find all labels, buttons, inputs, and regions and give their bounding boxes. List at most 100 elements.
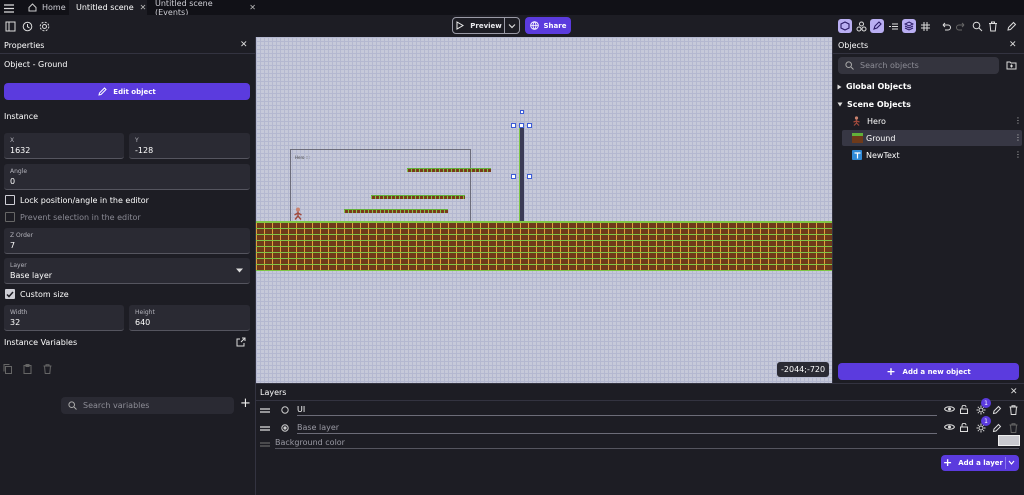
panels-icon[interactable] [3, 19, 17, 33]
resize-handle-tr[interactable] [527, 123, 532, 128]
rotate-handle[interactable] [520, 110, 524, 114]
layer-select[interactable]: Layer Base layer [4, 258, 250, 284]
grid-icon[interactable] [918, 19, 932, 33]
trash-icon[interactable] [43, 364, 52, 374]
object-icon[interactable] [838, 19, 852, 33]
angle-field[interactable]: Angle 0 [4, 164, 250, 190]
object-name-line: Object - Ground [4, 60, 68, 69]
zoom-icon[interactable] [970, 19, 984, 33]
close-icon[interactable]: ✕ [249, 3, 256, 12]
open-external-icon[interactable] [236, 337, 246, 347]
background-color-swatch[interactable] [998, 435, 1020, 446]
object-groups-icon[interactable] [854, 19, 868, 33]
radio-unselected-icon[interactable] [281, 406, 289, 414]
scene-canvas[interactable]: Hero ::: -2044;-720 [256, 37, 832, 383]
cursor-coordinates: -2044;-720 [777, 362, 830, 377]
visibility-eye-icon[interactable] [944, 405, 955, 413]
resize-handle-ml[interactable] [511, 174, 516, 179]
trash-icon[interactable] [1009, 405, 1018, 415]
effects-count-badge: 1 [981, 416, 991, 426]
radio-selected-icon[interactable] [281, 424, 289, 432]
height-field[interactable]: Height 640 [129, 305, 250, 331]
layer-row-base[interactable]: Base layer 1 [256, 416, 1024, 437]
object-item-hero[interactable]: Hero ⋮ [842, 113, 1022, 129]
undo-icon[interactable] [938, 19, 952, 33]
search-variables-input[interactable]: Search variables [61, 397, 234, 414]
layer-name-underline [297, 415, 937, 416]
lock-checkbox[interactable] [5, 195, 15, 205]
prevent-selection-checkbox[interactable] [5, 212, 15, 222]
platform-middle[interactable] [371, 195, 465, 199]
more-options-icon[interactable]: ⋮ [1014, 116, 1022, 125]
search-objects-input[interactable]: Search objects [838, 57, 999, 74]
redo-icon[interactable] [954, 19, 968, 33]
y-field[interactable]: Y -128 [129, 133, 250, 159]
menu-icon[interactable] [3, 2, 15, 14]
x-label: X [10, 137, 15, 144]
scene-objects-header[interactable]: Scene Objects [837, 100, 911, 109]
layers-icon[interactable] [902, 19, 916, 33]
platform-bottom[interactable] [344, 209, 448, 213]
edit-icon[interactable] [1004, 19, 1018, 33]
tab-untitled-scene-events[interactable]: Untitled scene (Events) ✕ [148, 0, 256, 17]
y-value: -128 [135, 146, 154, 155]
add-new-object-button[interactable]: + Add a new object [838, 363, 1019, 380]
custom-size-row[interactable]: Custom size [5, 289, 69, 299]
properties-panel: Properties ✕ Object - Ground Edit object… [0, 37, 255, 495]
width-field[interactable]: Width 32 [4, 305, 124, 331]
global-objects-header[interactable]: Global Objects [837, 82, 911, 91]
trash-icon[interactable] [1009, 423, 1018, 433]
edit-icon[interactable] [992, 405, 1002, 415]
lock-open-icon[interactable] [960, 405, 968, 414]
trash-icon[interactable] [986, 19, 1000, 33]
hero-sprite[interactable] [293, 207, 303, 220]
text-object-icon [852, 150, 862, 160]
object-item-ground[interactable]: Ground ⋮ [842, 130, 1022, 146]
lock-open-icon[interactable] [960, 423, 968, 432]
custom-size-checkbox[interactable] [5, 289, 15, 299]
resize-handle-tl[interactable] [511, 123, 516, 128]
close-icon[interactable]: ✕ [240, 40, 248, 50]
drag-handle-icon[interactable] [260, 408, 270, 413]
tab-untitled-scene[interactable]: Untitled scene ✕ [69, 0, 147, 15]
selected-ground-column[interactable] [519, 125, 524, 227]
platform-top[interactable] [407, 168, 491, 172]
drag-handle-icon[interactable] [260, 426, 270, 431]
tiny-text-label: Hero ::: [295, 155, 310, 160]
ground-tiles[interactable] [256, 221, 832, 271]
folder-add-icon[interactable] [1006, 60, 1017, 70]
more-options-icon[interactable]: ⋮ [1014, 150, 1022, 159]
properties-icon[interactable] [870, 19, 884, 33]
object-item-newtext[interactable]: NewText ⋮ [842, 147, 1022, 163]
layer-label: Layer [10, 262, 27, 269]
global-objects-label: Global Objects [846, 82, 912, 91]
ground-thumbnail-icon [852, 133, 863, 143]
divider [833, 53, 1024, 54]
resize-handle-tc[interactable] [519, 123, 524, 128]
add-new-object-label: Add a new object [902, 367, 971, 376]
history-icon[interactable] [20, 19, 34, 33]
add-layer-label: Add a layer [958, 459, 1003, 467]
edit-icon[interactable] [992, 423, 1002, 433]
layer-row-ui[interactable]: UI 1 [256, 398, 1024, 419]
share-button[interactable]: Share [525, 17, 571, 34]
x-field[interactable]: X 1632 [4, 133, 124, 159]
prevent-selection-row[interactable]: Prevent selection in the editor [5, 212, 141, 222]
z-order-field[interactable]: Z Order 7 [4, 228, 250, 254]
instances-list-icon[interactable] [886, 19, 900, 33]
close-icon[interactable]: ✕ [140, 3, 147, 12]
add-variable-icon[interactable]: + [240, 397, 251, 410]
chevron-down-icon[interactable] [1008, 460, 1015, 465]
close-icon[interactable]: ✕ [1009, 40, 1017, 50]
close-icon[interactable]: ✕ [1010, 387, 1018, 397]
edit-object-button[interactable]: Edit object [4, 83, 250, 100]
visibility-eye-icon[interactable] [944, 423, 955, 431]
more-options-icon[interactable]: ⋮ [1014, 133, 1022, 142]
copy-icon[interactable] [3, 364, 12, 374]
chevron-down-icon[interactable] [506, 20, 518, 32]
tab-home[interactable]: Home [22, 0, 68, 15]
settings-icon[interactable] [37, 19, 51, 33]
paste-icon[interactable] [23, 364, 32, 374]
resize-handle-mr[interactable] [527, 174, 532, 179]
lock-checkbox-row[interactable]: Lock position/angle in the editor [5, 195, 149, 205]
